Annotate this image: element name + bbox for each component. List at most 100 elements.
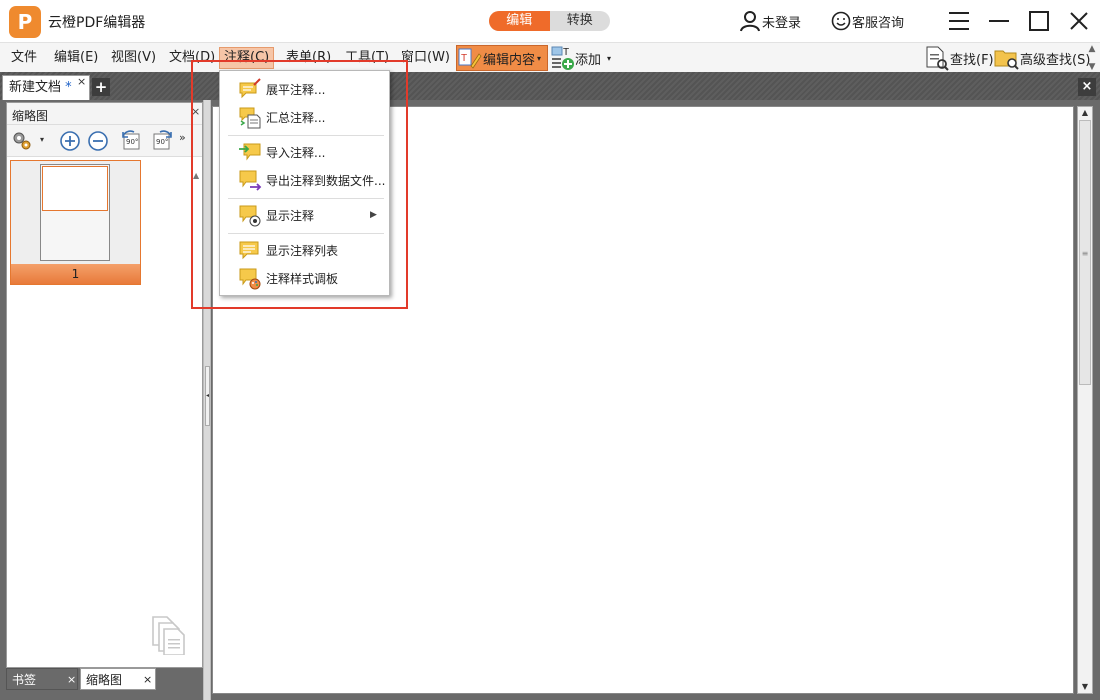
find-document-icon [926, 46, 949, 71]
menu-bar: 文件 编辑(E) 视图(V) 文档(D) 注释(C) 表单(R) 工具(T) 窗… [0, 42, 1100, 72]
thumbnail-panel: 缩略图 × ▾ 90° 90° » ▲ 1 [6, 102, 203, 668]
scrollbar-thumb[interactable]: ≡ [1079, 120, 1091, 385]
scroll-up-icon[interactable]: ▲ [1078, 107, 1092, 119]
support-label: 客服咨询 [852, 15, 905, 31]
close-icon[interactable]: × [143, 669, 152, 691]
menu-item-flatten-comments[interactable]: 展平注释... [220, 76, 389, 102]
smiley-icon [831, 11, 851, 31]
menu-item-label: 汇总注释... [266, 110, 326, 125]
collapse-ribbon-icon[interactable]: ▲ ▼ [1087, 45, 1097, 72]
chevron-down-icon: ▾ [607, 53, 612, 63]
modified-marker: * [65, 80, 72, 95]
find-label: 查找(F) [950, 52, 994, 68]
menu-document[interactable]: 文档(D) [165, 47, 219, 69]
tab-thumbnails[interactable]: 缩略图 × [80, 668, 156, 690]
tab-thumbnails-label: 缩略图 [86, 673, 123, 687]
show-comment-icon [239, 205, 261, 227]
hamburger-menu-icon[interactable] [946, 8, 972, 34]
customer-support-button[interactable]: 客服咨询 [830, 8, 904, 34]
zoom-in-icon[interactable] [59, 130, 81, 152]
export-comment-icon [239, 170, 262, 191]
edit-content-button[interactable]: T 编辑内容 ▾ [456, 45, 548, 71]
close-tab-icon[interactable]: × [77, 75, 86, 88]
menu-tools[interactable]: 工具(T) [341, 47, 393, 69]
add-button[interactable]: T 添加 ▾ [551, 45, 611, 71]
comment-list-icon [239, 241, 259, 260]
maximize-icon[interactable] [1026, 8, 1052, 34]
document-tab-label: 新建文档 [9, 80, 62, 95]
menu-item-import-comments[interactable]: 导入注释... [220, 139, 389, 165]
rotate-left-label: 90° [126, 138, 139, 146]
close-icon[interactable]: × [67, 669, 76, 691]
menu-item-label: 显示注释 [266, 208, 315, 223]
tab-bookmarks-label: 书签 [12, 673, 37, 687]
vertical-scrollbar[interactable]: ▲ ≡ ▼ [1077, 106, 1093, 694]
rotate-left-icon[interactable]: 90° [120, 130, 144, 152]
menu-annotation[interactable]: 注释(C) [219, 47, 275, 69]
panel-close-icon[interactable]: × [191, 105, 200, 118]
thumbnail-page-preview [40, 164, 110, 261]
menu-item-summarize-comments[interactable]: 汇总注释... [220, 104, 389, 130]
panel-bottom-tabs: 书签 × 缩略图 × [6, 668, 203, 692]
menu-edit[interactable]: 编辑(E) [50, 47, 102, 69]
svg-text:T: T [563, 47, 569, 58]
svg-text:T: T [461, 53, 467, 64]
mode-toggle: 编辑 转换 [489, 11, 610, 31]
edit-content-icon: T [458, 48, 482, 69]
new-tab-button[interactable]: + [92, 78, 110, 96]
advanced-find-button[interactable]: 高级查找(S) [994, 45, 1090, 71]
scroll-down-icon[interactable]: ▼ [1078, 681, 1092, 693]
mode-tab-convert[interactable]: 转换 [550, 11, 611, 31]
annotation-dropdown-menu: 展平注释... 汇总注释... 导入注释... 导出注释到数据文件... 显示注… [219, 70, 390, 296]
page-thumbnail[interactable]: 1 [10, 160, 141, 285]
menu-item-label: 导入注释... [266, 145, 326, 160]
menu-item-label: 显示注释列表 [266, 243, 339, 258]
close-window-icon[interactable] [1066, 8, 1092, 34]
menu-file[interactable]: 文件 [7, 47, 41, 69]
user-icon [740, 11, 760, 32]
menu-item-label: 注释样式调板 [266, 271, 339, 286]
chevron-down-icon[interactable]: ▾ [40, 135, 44, 144]
menu-item-comment-list[interactable]: 显示注释列表 [220, 237, 389, 263]
login-label: 未登录 [762, 15, 802, 31]
panel-header: 缩略图 × [7, 103, 202, 125]
title-bar: P 云橙PDF编辑器 编辑 转换 未登录 客服咨询 [0, 0, 1100, 42]
thumbnail-page-number: 1 [11, 264, 140, 284]
thumbnail-viewport-box [42, 166, 108, 211]
menu-separator [228, 135, 384, 136]
add-label: 添加 [575, 52, 602, 68]
document-tab-bar: 新建文档 * × + × [0, 72, 1100, 100]
tab-bookmarks[interactable]: 书签 × [6, 668, 78, 690]
menu-window[interactable]: 窗口(W) [397, 47, 454, 69]
menu-separator [228, 233, 384, 234]
menu-item-comment-style-palette[interactable]: 注释样式调板 [220, 265, 389, 291]
scroll-up-icon[interactable]: ▲ [193, 171, 202, 180]
minimize-icon[interactable] [986, 8, 1012, 34]
menu-item-export-comments[interactable]: 导出注释到数据文件... [220, 167, 389, 193]
rotate-right-icon[interactable]: 90° [150, 130, 174, 152]
menu-item-show-comments[interactable]: 显示注释 ▶ [220, 202, 389, 228]
more-tools-icon[interactable]: » [179, 131, 186, 144]
panel-title: 缩略图 [12, 109, 49, 123]
rotate-right-label: 90° [156, 138, 169, 146]
add-content-icon: T [551, 46, 574, 70]
menu-item-label: 展平注释... [266, 82, 326, 97]
summarize-comment-icon [239, 107, 261, 129]
menu-view[interactable]: 视图(V) [107, 47, 160, 69]
menu-form[interactable]: 表单(R) [282, 47, 335, 69]
thumbnail-toolbar: ▾ 90° 90° » ▲ [7, 125, 202, 180]
pages-watermark-icon [152, 616, 185, 655]
app-title: 云橙PDF编辑器 [48, 15, 146, 31]
settings-gear-icon[interactable] [11, 130, 33, 152]
panel-splitter[interactable]: ◂ [203, 100, 211, 700]
mode-tab-edit[interactable]: 编辑 [489, 11, 550, 31]
close-all-tabs-icon[interactable]: × [1078, 78, 1096, 96]
splitter-collapse-icon[interactable]: ◂ [205, 366, 210, 426]
app-logo: P [9, 6, 41, 38]
find-button[interactable]: 查找(F) [924, 45, 994, 71]
menu-separator [228, 198, 384, 199]
submenu-arrow-icon: ▶ [370, 210, 377, 220]
chevron-down-icon: ▾ [537, 53, 542, 63]
zoom-out-icon[interactable] [87, 130, 109, 152]
login-button[interactable]: 未登录 [738, 8, 801, 34]
